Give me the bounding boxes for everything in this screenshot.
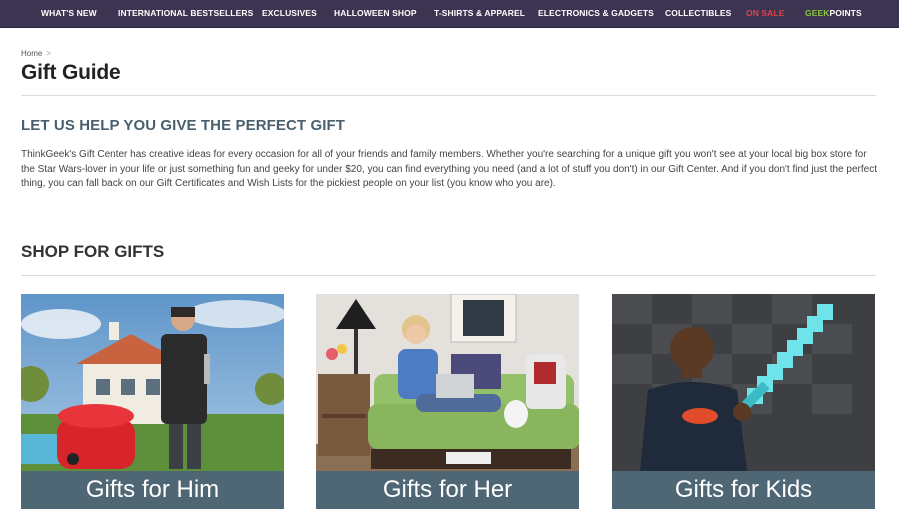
shop-heading: SHOP FOR GIFTS: [21, 242, 165, 261]
breadcrumb: Home >: [21, 49, 51, 58]
nav-geekpoints[interactable]: GEEKPOINTS: [805, 0, 862, 27]
nav-electronics-gadgets[interactable]: ELECTRONICS & GADGETS: [538, 0, 654, 27]
breadcrumb-separator: >: [46, 49, 52, 58]
nav-tshirts-apparel[interactable]: T-SHIRTS & APPAREL: [434, 0, 525, 27]
divider: [21, 95, 876, 96]
gifts-for-her-card[interactable]: Gifts for Her: [316, 294, 579, 509]
breadcrumb-home[interactable]: Home: [21, 49, 42, 58]
help-heading: LET US HELP YOU GIVE THE PERFECT GIFT: [21, 117, 346, 134]
nav-whats-new[interactable]: WHAT'S NEW: [41, 0, 97, 27]
nav-international-bestsellers[interactable]: INTERNATIONAL BESTSELLERS: [118, 0, 253, 27]
nav-on-sale[interactable]: ON SALE: [746, 0, 784, 27]
nav-exclusives[interactable]: EXCLUSIVES: [262, 0, 317, 27]
intro-paragraph: ThinkGeek's Gift Center has creative ide…: [21, 149, 877, 189]
gifts-for-kids-card[interactable]: Gifts for Kids: [612, 294, 875, 509]
top-navigation: WHAT'S NEW INTERNATIONAL BESTSELLERS EXC…: [0, 0, 899, 28]
page-title: Gift Guide: [21, 61, 121, 84]
nav-halloween-shop[interactable]: HALLOWEEN SHOP: [334, 0, 417, 27]
gifts-for-her-image: [316, 294, 579, 472]
gifts-for-him-label: Gifts for Him: [21, 471, 284, 509]
nav-collectibles[interactable]: COLLECTIBLES: [665, 0, 731, 27]
gifts-for-her-label: Gifts for Her: [316, 471, 579, 509]
points-label: POINTS: [829, 8, 862, 18]
gifts-for-kids-image: [612, 294, 875, 472]
gifts-for-him-image: [21, 294, 284, 472]
geek-label: GEEK: [805, 8, 830, 18]
gifts-for-him-card[interactable]: Gifts for Him: [21, 294, 284, 509]
gifts-for-kids-label: Gifts for Kids: [612, 471, 875, 509]
divider: [21, 275, 876, 276]
